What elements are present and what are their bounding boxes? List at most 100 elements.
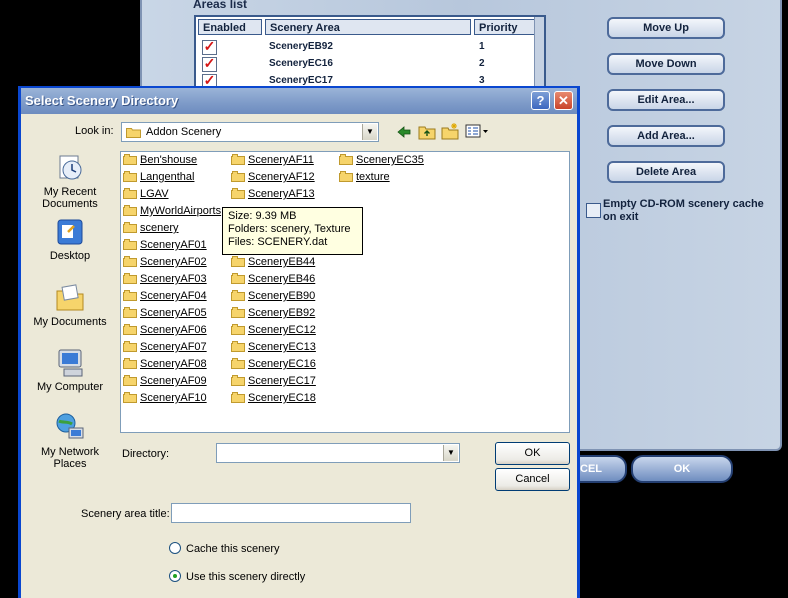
folder-icon — [231, 358, 245, 369]
move-up-button[interactable]: Move Up — [607, 17, 725, 39]
scenery-area-title-input[interactable] — [171, 503, 411, 523]
folder-icon — [123, 290, 137, 301]
folder-item[interactable]: Ben'shouse — [123, 153, 197, 168]
dialog-title: Select Scenery Directory — [25, 93, 179, 108]
directory-label: Directory: — [122, 448, 170, 460]
folder-name: Langenthal — [140, 171, 195, 183]
folder-item[interactable]: SceneryEC17 — [231, 374, 316, 389]
folder-icon — [123, 171, 137, 182]
folder-item[interactable]: SceneryAF13 — [231, 187, 315, 202]
folder-item[interactable]: SceneryAF08 — [123, 357, 207, 372]
dialog-cancel-button[interactable]: Cancel — [495, 468, 570, 491]
folder-item[interactable]: SceneryAF11 — [231, 153, 314, 168]
dialog-ok-button[interactable]: OK — [495, 442, 570, 465]
folder-item[interactable]: SceneryAF01 — [123, 238, 207, 253]
table-row[interactable]: ✓ SceneryEC16 2 — [196, 55, 544, 72]
table-scrollbar[interactable] — [534, 17, 544, 91]
tooltip-files: Files: SCENERY.dat — [228, 236, 328, 248]
use-directly-label: Use this scenery directly — [186, 571, 306, 583]
places-my-computer[interactable]: My Computer — [27, 347, 113, 393]
folder-name: SceneryAF09 — [140, 375, 207, 387]
folder-item[interactable]: SceneryEC16 — [231, 357, 316, 372]
folder-item[interactable]: MyWorldAirports — [123, 204, 221, 219]
up-folder-icon[interactable] — [418, 123, 436, 140]
places-network-places[interactable]: My Network Places — [27, 412, 113, 470]
add-area-button[interactable]: Add Area... — [607, 125, 725, 147]
help-icon: ? — [536, 93, 545, 108]
places-label: My Documents — [33, 316, 107, 328]
column-header-scenery-area[interactable]: Scenery Area — [265, 19, 471, 35]
folder-item[interactable]: SceneryEC18 — [231, 391, 316, 406]
new-folder-icon[interactable] — [441, 122, 459, 140]
folder-item[interactable]: SceneryEC35 — [339, 153, 424, 168]
folder-icon — [123, 239, 137, 250]
use-directly-radio[interactable] — [169, 570, 181, 582]
look-in-label: Look in: — [75, 125, 114, 137]
close-button[interactable]: ✕ — [554, 91, 573, 110]
folder-item[interactable]: SceneryAF09 — [123, 374, 207, 389]
area-priority: 1 — [479, 41, 485, 52]
places-label: My Computer — [36, 381, 104, 393]
places-desktop[interactable]: Desktop — [27, 216, 113, 262]
edit-area-button[interactable]: Edit Area... — [607, 89, 725, 111]
chevron-down-icon[interactable]: ▼ — [362, 124, 377, 140]
folder-item[interactable]: scenery — [123, 221, 179, 236]
tooltip-folders: Folders: scenery, Texture — [228, 223, 351, 235]
directory-combobox[interactable]: ▼ — [216, 443, 460, 463]
folder-item[interactable]: SceneryAF10 — [123, 391, 207, 406]
folder-item[interactable]: SceneryAF06 — [123, 323, 207, 338]
folder-item[interactable]: SceneryAF04 — [123, 289, 207, 304]
folder-item[interactable]: SceneryAF05 — [123, 306, 207, 321]
empty-cache-checkbox[interactable] — [586, 203, 601, 218]
folder-item[interactable]: SceneryEB92 — [231, 306, 315, 321]
folder-item[interactable]: Langenthal — [123, 170, 194, 185]
recent-documents-icon — [54, 152, 86, 184]
folder-icon — [126, 126, 141, 138]
folder-item[interactable]: SceneryEB44 — [231, 255, 315, 270]
back-arrow-icon[interactable] — [396, 124, 412, 140]
folder-item[interactable]: SceneryEB46 — [231, 272, 315, 287]
folder-item[interactable]: SceneryEB90 — [231, 289, 315, 304]
places-recent-documents[interactable]: My Recent Documents — [27, 152, 113, 210]
folder-item[interactable]: SceneryAF03 — [123, 272, 207, 287]
cache-scenery-radio[interactable] — [169, 542, 181, 554]
area-name: SceneryEC16 — [269, 58, 333, 69]
folder-icon — [231, 290, 245, 301]
move-down-button[interactable]: Move Down — [607, 53, 725, 75]
folder-icon — [123, 205, 137, 216]
look-in-combobox[interactable]: Addon Scenery ▼ — [121, 122, 379, 142]
folder-icon — [123, 154, 137, 165]
folder-icon — [123, 375, 137, 386]
empty-cache-label: Empty CD-ROM scenery cache on exit — [603, 198, 764, 223]
folder-item[interactable]: LGAV — [123, 187, 169, 202]
folder-item[interactable]: SceneryAF07 — [123, 340, 207, 355]
folder-name: SceneryAF13 — [248, 188, 315, 200]
places-my-documents[interactable]: My Documents — [27, 282, 113, 328]
my-documents-icon — [54, 282, 86, 314]
help-button[interactable]: ? — [531, 91, 550, 110]
cache-scenery-label: Cache this scenery — [186, 543, 280, 555]
folder-item[interactable]: SceneryAF02 — [123, 255, 207, 270]
table-row[interactable]: ✓ SceneryEB92 1 — [196, 38, 544, 55]
delete-area-button[interactable]: Delete Area — [607, 161, 725, 183]
view-menu-icon[interactable] — [465, 124, 489, 140]
folder-icon — [231, 256, 245, 267]
folder-name: LGAV — [140, 188, 169, 200]
my-computer-icon — [54, 347, 86, 379]
enabled-checkbox[interactable]: ✓ — [202, 39, 217, 55]
enabled-checkbox[interactable]: ✓ — [202, 56, 217, 72]
folder-item[interactable]: SceneryAF12 — [231, 170, 315, 185]
folder-icon — [123, 358, 137, 369]
background-ok-button[interactable]: OK — [631, 455, 733, 483]
folder-name: SceneryAF05 — [140, 307, 207, 319]
column-header-enabled[interactable]: Enabled — [198, 19, 262, 35]
folder-item[interactable]: SceneryEC13 — [231, 340, 316, 355]
close-icon: ✕ — [558, 93, 569, 108]
folder-icon — [339, 171, 353, 182]
chevron-down-icon[interactable]: ▼ — [443, 445, 458, 461]
folder-icon — [123, 188, 137, 199]
folder-item[interactable]: texture — [339, 170, 390, 185]
folder-item[interactable]: SceneryEC12 — [231, 323, 316, 338]
areas-table[interactable]: Enabled Scenery Area Priority ✓ SceneryE… — [194, 15, 546, 93]
folder-tooltip: Size: 9.39 MB Folders: scenery, Texture … — [222, 207, 363, 255]
